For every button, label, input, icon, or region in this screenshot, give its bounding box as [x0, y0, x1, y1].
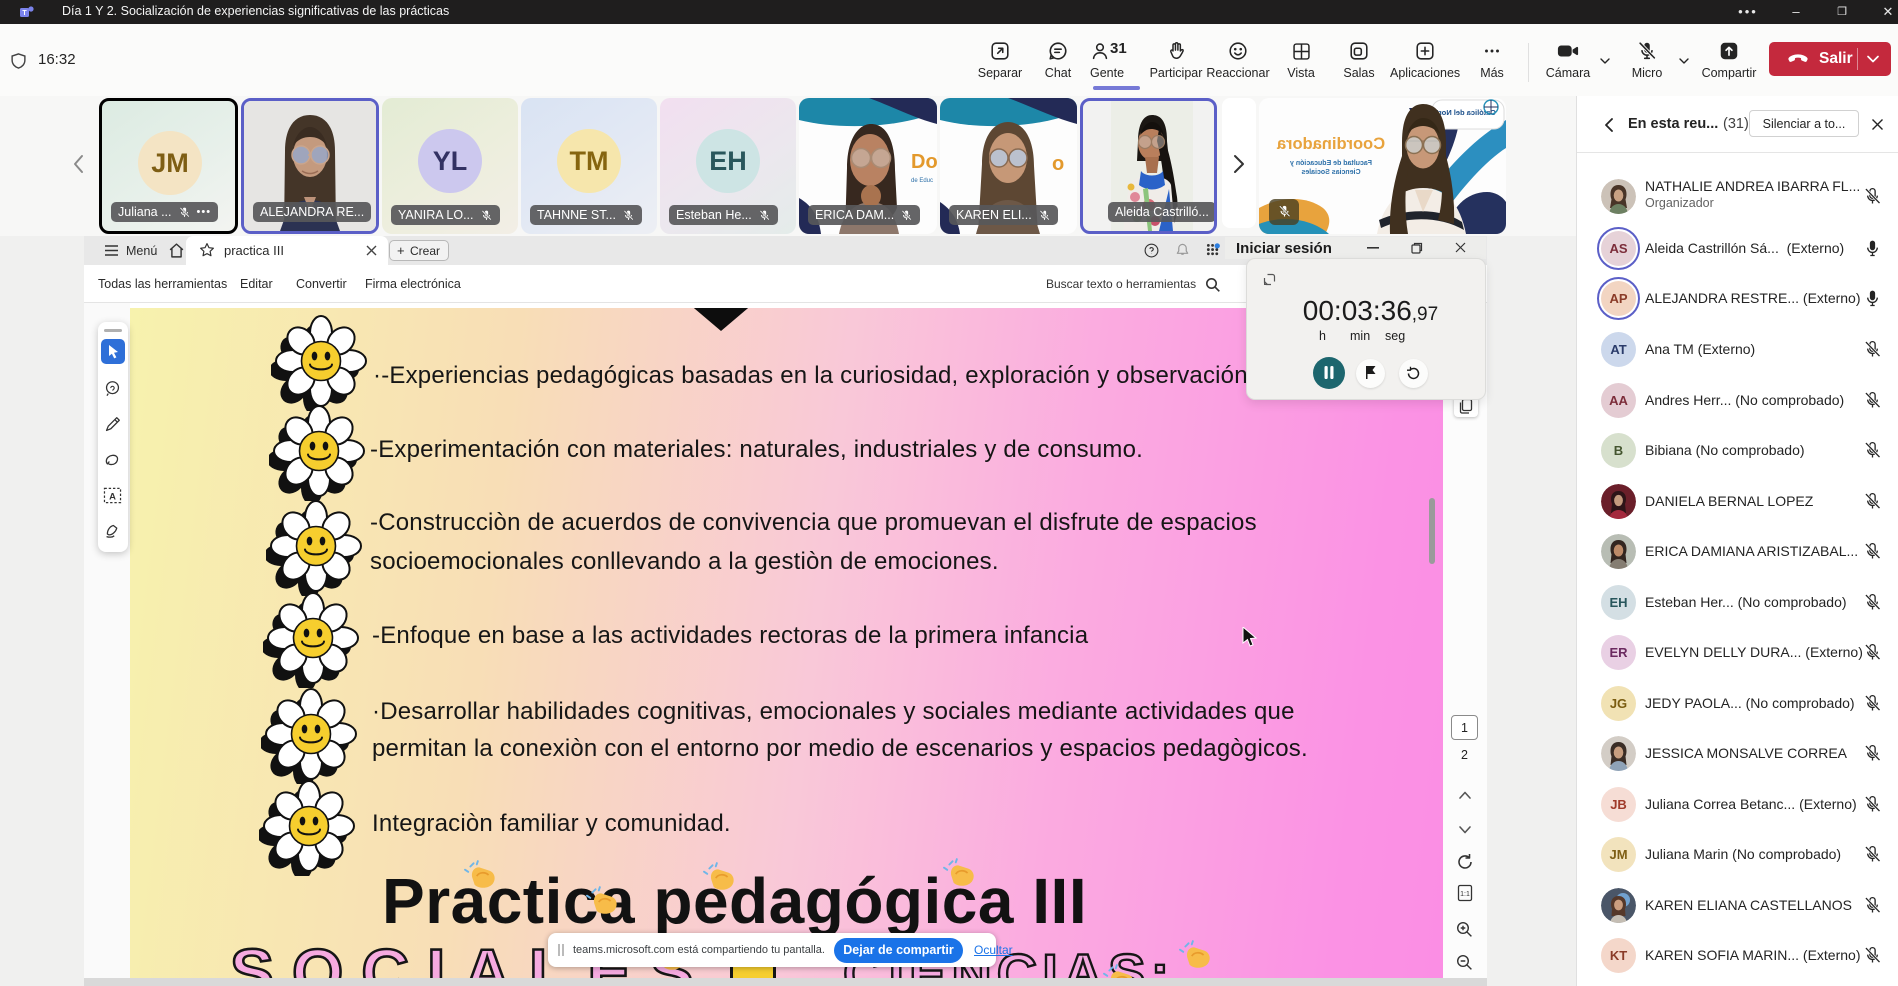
- svg-text:o: o: [1052, 153, 1064, 175]
- svg-text:de Educ: de Educ: [911, 178, 933, 184]
- svg-text:1:1: 1:1: [1460, 891, 1470, 898]
- svg-text:Ciencias Sociales: Ciencias Sociales: [1301, 169, 1360, 176]
- svg-text:A: A: [109, 491, 116, 502]
- svg-text:Facultad de Educación y: Facultad de Educación y: [1290, 160, 1372, 167]
- svg-text:T: T: [22, 10, 27, 17]
- svg-text:Do: Do: [911, 151, 937, 173]
- svg-text:Coordinadora: Coordinadora: [1276, 135, 1385, 153]
